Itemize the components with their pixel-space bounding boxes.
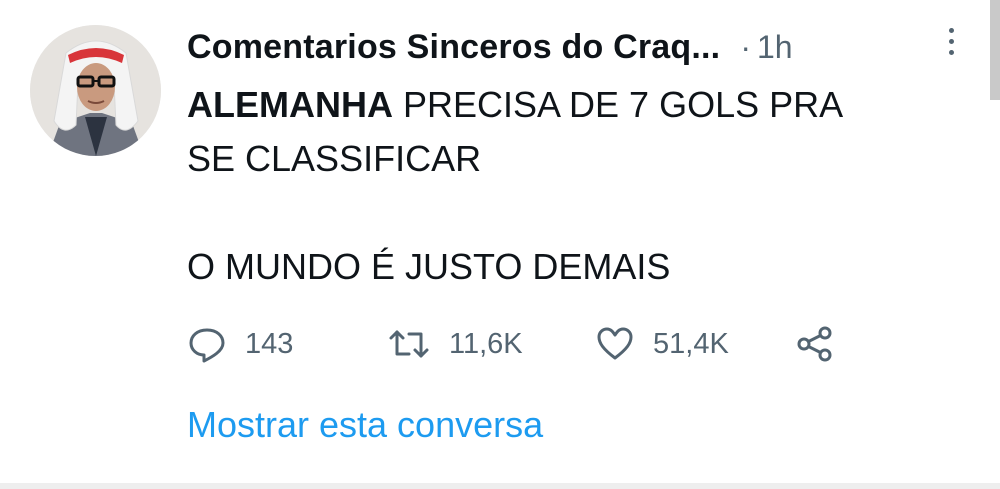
heart-icon xyxy=(597,327,633,360)
timestamp[interactable]: 1h xyxy=(757,29,793,66)
like-button[interactable]: 51,4K xyxy=(595,322,729,366)
more-options-icon[interactable] xyxy=(944,28,958,62)
tweet-actions: 143 11,6K 51,4K xyxy=(187,322,867,366)
retweet-button[interactable]: 11,6K xyxy=(387,322,523,366)
tweet-text: ALEMANHA PRECISA DE 7 GOLS PRA SE CLASSI… xyxy=(187,78,947,294)
share-button[interactable] xyxy=(795,322,835,366)
tweet-text-line-1-rest: PRECISA DE 7 GOLS PRA xyxy=(392,84,844,125)
divider xyxy=(0,483,1000,489)
tweet-card[interactable]: Comentarios Sinceros do Craq... · 1h ALE… xyxy=(0,0,1000,489)
share-icon xyxy=(797,326,832,362)
retweet-icon xyxy=(389,330,429,358)
reply-count: 143 xyxy=(245,327,294,360)
tweet-text-bold: ALEMANHA xyxy=(187,84,393,125)
author-name[interactable]: Comentarios Sinceros do Craq... xyxy=(187,28,720,67)
tweet-header: Comentarios Sinceros do Craq... · 1h xyxy=(187,22,967,72)
avatar-image xyxy=(30,25,161,156)
tweet-text-line-2: SE CLASSIFICAR xyxy=(187,138,482,179)
tweet-text-line-1: ALEMANHA PRECISA DE 7 GOLS PRA xyxy=(187,78,947,132)
reply-button[interactable]: 143 xyxy=(187,322,293,366)
tweet-text-line-3: O MUNDO É JUSTO DEMAIS xyxy=(187,246,671,287)
like-count: 51,4K xyxy=(653,327,729,360)
retweet-count: 11,6K xyxy=(449,327,523,360)
speech-bubble-icon xyxy=(189,328,225,363)
separator-dot: · xyxy=(740,28,751,65)
show-thread-link[interactable]: Mostrar esta conversa xyxy=(187,404,543,446)
avatar[interactable] xyxy=(30,25,161,156)
scrollbar[interactable] xyxy=(990,0,1000,100)
